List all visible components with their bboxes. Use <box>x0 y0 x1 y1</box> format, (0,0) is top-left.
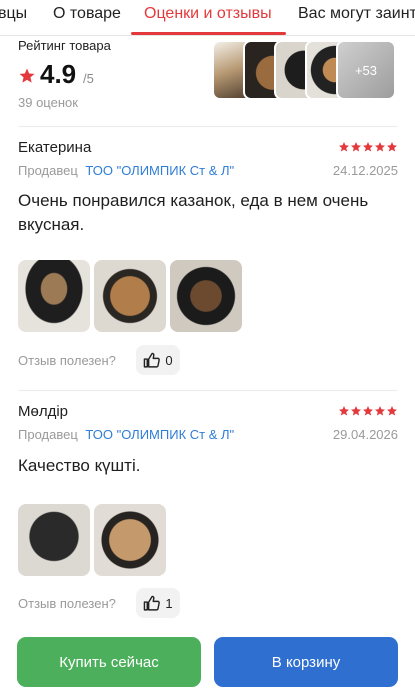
review-photo[interactable] <box>170 260 242 332</box>
buy-now-button[interactable]: Купить сейчас <box>17 637 201 687</box>
review-photo[interactable] <box>18 260 90 332</box>
review-photo[interactable] <box>18 504 90 576</box>
star-icon <box>375 142 385 152</box>
seller-label: Продавец <box>18 163 78 178</box>
helpful-count: 1 <box>165 595 173 611</box>
seller-link[interactable]: ТОО "ОЛИМПИК Ст & Л" <box>85 163 234 178</box>
rating-max: /5 <box>83 71 94 86</box>
helpful-label: Отзыв полезен? <box>18 353 116 368</box>
star-icon <box>351 142 361 152</box>
review-card: Екатерина Продавец ТОО "ОЛИМПИК Ст & Л" … <box>18 139 398 384</box>
active-tab-indicator <box>131 32 286 35</box>
thumbs-up-icon <box>144 595 161 611</box>
review-date: 29.04.2026 <box>332 427 398 442</box>
rating-title: Рейтинг товара <box>18 38 111 53</box>
review-author: Мөлдір <box>18 403 69 420</box>
star-icon <box>339 142 349 152</box>
tab-bar: вцы О товаре Оценки и отзывы Вас могут з… <box>0 0 415 36</box>
review-text: Очень понравился казанок, еда в нем очен… <box>18 191 369 234</box>
rating-value: 4.9 <box>40 59 77 89</box>
review-photo[interactable] <box>94 504 166 576</box>
helpful-count: 0 <box>165 352 173 368</box>
review-stars <box>338 141 398 153</box>
tab-about-product[interactable]: О товаре <box>53 4 121 32</box>
more-photos-button[interactable]: +53 <box>336 40 396 100</box>
thumbs-up-icon <box>144 352 161 368</box>
review-date: 24.12.2025 <box>332 163 398 178</box>
seller-link[interactable]: ТОО "ОЛИМПИК Ст & Л" <box>85 427 234 442</box>
review-photos-strip[interactable]: +53 <box>212 40 412 100</box>
star-icon <box>363 406 373 416</box>
divider <box>18 126 398 127</box>
divider <box>18 390 398 391</box>
rating-count: 39 оценок <box>18 95 78 110</box>
star-icon <box>363 142 373 152</box>
review-text: Качество күшті. <box>18 456 141 475</box>
tab-you-may-like[interactable]: Вас могут заинт <box>298 4 415 32</box>
tab-reviews-prev[interactable]: вцы <box>0 4 27 32</box>
add-to-cart-button[interactable]: В корзину <box>214 637 398 687</box>
star-icon <box>387 142 397 152</box>
seller-row: Продавец ТОО "ОЛИМПИК Ст & Л" <box>18 427 234 442</box>
star-icon <box>375 406 385 416</box>
helpful-button[interactable]: 0 <box>136 345 180 375</box>
star-icon <box>351 406 361 416</box>
review-photo[interactable] <box>94 260 166 332</box>
tab-ratings-reviews[interactable]: Оценки и отзывы <box>144 4 272 32</box>
rating-summary: Рейтинг товара 4.9 /5 39 оценок <box>18 38 218 118</box>
seller-label: Продавец <box>18 427 78 442</box>
star-icon <box>387 406 397 416</box>
helpful-button[interactable]: 1 <box>136 588 180 618</box>
review-author: Екатерина <box>18 139 92 156</box>
star-icon <box>339 406 349 416</box>
review-card: Мөлдір Продавец ТОО "ОЛИМПИК Ст & Л" 29.… <box>18 403 398 623</box>
star-icon <box>19 68 35 83</box>
helpful-label: Отзыв полезен? <box>18 596 116 611</box>
review-stars <box>338 405 398 417</box>
seller-row: Продавец ТОО "ОЛИМПИК Ст & Л" <box>18 163 234 178</box>
